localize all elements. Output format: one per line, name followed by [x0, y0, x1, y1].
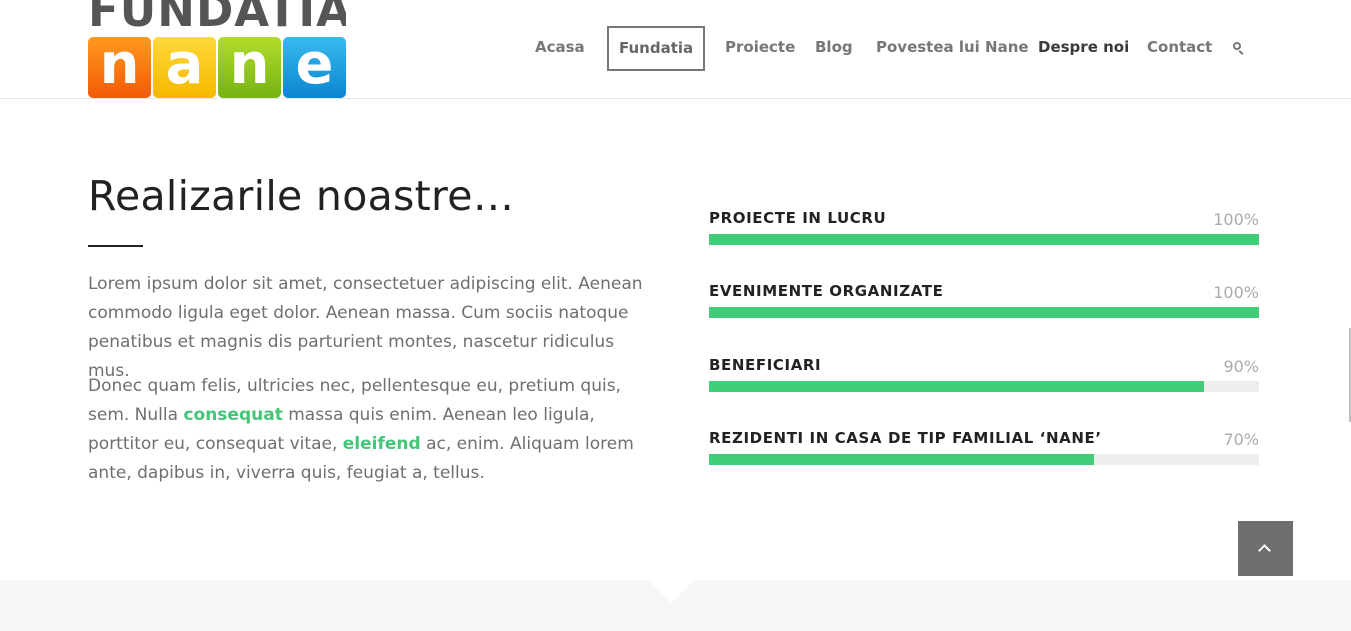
progress-fill [709, 307, 1259, 318]
link-eleifend[interactable]: eleifend [343, 434, 421, 454]
search-icon-handle [1238, 50, 1244, 55]
progress-item: REZIDENTI IN CASA DE TIP FAMILIAL ‘NANE’… [709, 429, 1259, 479]
progress-label: BENEFICIARI [709, 356, 822, 374]
progress-track [709, 381, 1259, 392]
search-icon[interactable] [1233, 42, 1245, 55]
nav-item-proiecte[interactable]: Proiecte [725, 38, 795, 60]
progress-fill [709, 381, 1204, 392]
site-header: FUNDATIA n a n e Acasa Fundatia Proiecte… [0, 0, 1351, 99]
scroll-to-top-button[interactable] [1238, 521, 1293, 576]
progress-item: EVENIMENTE ORGANIZATE 100% [709, 282, 1259, 332]
nav-item-fundatia[interactable]: Fundatia [607, 26, 706, 71]
progress-percent: 90% [1223, 357, 1259, 376]
link-consequat[interactable]: consequat [183, 405, 282, 425]
progress-track [709, 307, 1259, 318]
heading-divider [88, 245, 143, 247]
progress-fill [709, 454, 1094, 465]
section-arrow-notch [648, 580, 694, 603]
progress-fill [709, 234, 1259, 245]
main-nav: Acasa Fundatia Proiecte Blog Povestea lu… [0, 0, 1351, 98]
progress-label: PROIECTE IN LUCRU [709, 209, 887, 227]
progress-percent: 100% [1213, 210, 1259, 229]
progress-label: EVENIMENTE ORGANIZATE [709, 282, 944, 300]
chevron-up-icon [1258, 544, 1271, 557]
progress-percent: 70% [1223, 430, 1259, 449]
progress-percent: 100% [1213, 283, 1259, 302]
search-icon-ring [1233, 42, 1241, 50]
progress-label: REZIDENTI IN CASA DE TIP FAMILIAL ‘NANE’ [709, 429, 1102, 447]
nav-item-povestea-lui-nane[interactable]: Povestea lui Nane [876, 38, 1029, 60]
progress-track [709, 234, 1259, 245]
nav-item-acasa[interactable]: Acasa [535, 38, 585, 60]
nav-item-blog[interactable]: Blog [815, 38, 853, 60]
intro-paragraph: Lorem ipsum dolor sit amet, consectetuer… [88, 274, 643, 381]
section-heading: Realizarile noastre… [88, 172, 515, 220]
nav-item-contact[interactable]: Contact [1147, 38, 1212, 60]
nav-item-despre-noi[interactable]: Despre noi [1038, 38, 1129, 60]
progress-track [709, 454, 1259, 465]
progress-item: BENEFICIARI 90% [709, 356, 1259, 406]
progress-item: PROIECTE IN LUCRU 100% [709, 209, 1259, 259]
second-paragraph: Donec quam felis, ultricies nec, pellent… [88, 372, 648, 488]
